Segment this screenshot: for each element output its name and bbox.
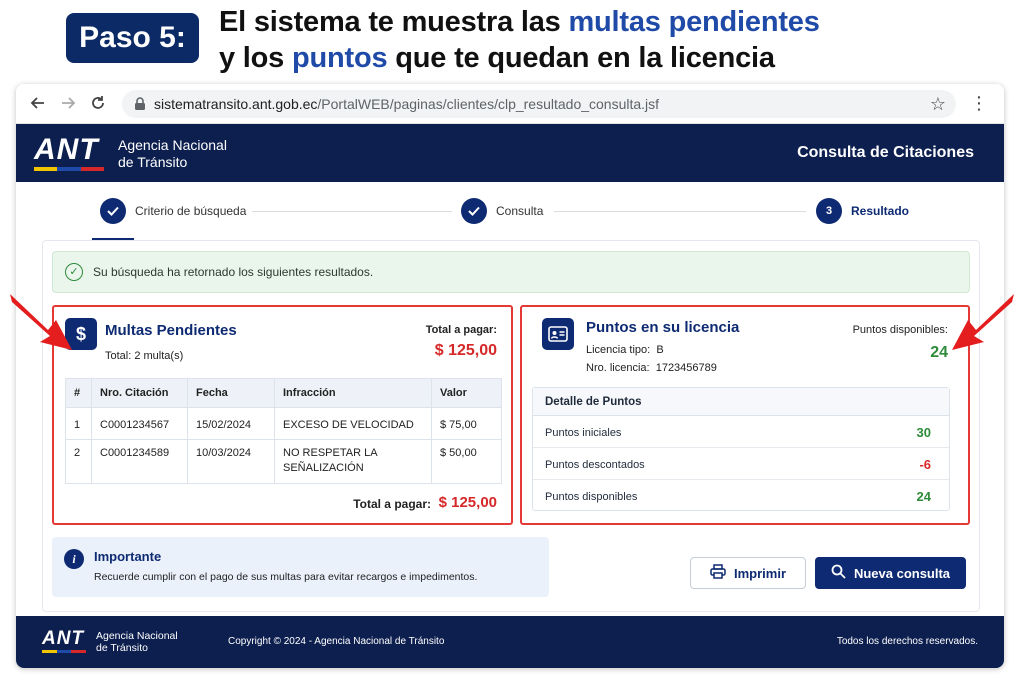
rights-reserved: Todos los derechos reservados. bbox=[836, 636, 978, 647]
search-icon bbox=[831, 564, 846, 582]
disponibles-value: 24 bbox=[930, 344, 948, 361]
step-badge: Paso 5: bbox=[66, 13, 199, 63]
printer-icon bbox=[710, 564, 726, 582]
success-alert: ✓ Su búsqueda ha retornado los siguiente… bbox=[52, 251, 970, 293]
check-icon bbox=[100, 198, 126, 224]
step-criterio: Criterio de búsqueda bbox=[100, 198, 246, 224]
disponibles-label: Puntos disponibles: bbox=[852, 324, 948, 336]
step-number: 3 bbox=[816, 198, 842, 224]
forward-icon[interactable] bbox=[58, 94, 78, 114]
bookmark-star-icon[interactable]: ☆ bbox=[930, 94, 946, 115]
header-title: Consulta de Citaciones bbox=[797, 144, 974, 161]
multas-title: Multas Pendientes bbox=[105, 322, 237, 339]
flag-stripes bbox=[42, 650, 87, 653]
list-item: Puntos disponibles 24 bbox=[545, 489, 931, 504]
agency-name: Agencia Nacional de Tránsito bbox=[118, 137, 227, 170]
new-query-button[interactable]: Nueva consulta bbox=[815, 557, 966, 589]
lock-icon bbox=[134, 97, 146, 116]
arrow-left-icon bbox=[10, 294, 72, 350]
url-text: sistematransito.ant.gob.ec/PortalWEB/pag… bbox=[154, 96, 660, 112]
headline: Paso 5: El sistema te muestra las multas… bbox=[0, 0, 1024, 84]
multas-count: Total: 2 multa(s) bbox=[105, 350, 184, 362]
multas-table: # Nro. Citación Fecha Infracción Valor 1… bbox=[65, 378, 502, 484]
success-check-icon: ✓ bbox=[65, 263, 83, 281]
address-bar[interactable]: sistematransito.ant.gob.ec/PortalWEB/pag… bbox=[122, 90, 956, 118]
site-footer: ANT Agencia Nacional de Tránsito Copyrig… bbox=[16, 616, 1004, 668]
license-card-icon bbox=[542, 318, 574, 350]
back-icon[interactable] bbox=[28, 94, 48, 114]
multas-card: $ Multas Pendientes Total: 2 multa(s) To… bbox=[52, 305, 513, 525]
info-icon: i bbox=[64, 549, 84, 569]
step-connector bbox=[554, 211, 806, 212]
detalle-title: Detalle de Puntos bbox=[533, 388, 949, 416]
browser-menu-icon[interactable]: ⋮ bbox=[970, 93, 988, 113]
puntos-title: Puntos en su licencia bbox=[586, 319, 740, 336]
ant-logo-footer: ANT bbox=[42, 629, 88, 653]
headline-line-2: y los puntos que te quedan en la licenci… bbox=[219, 42, 775, 74]
step-connector bbox=[252, 211, 452, 212]
licencia-numero: Nro. licencia: 1723456789 bbox=[586, 362, 717, 374]
list-item: Puntos iniciales 30 bbox=[533, 416, 949, 448]
licencia-tipo: Licencia tipo: B bbox=[586, 344, 664, 356]
flag-stripes bbox=[34, 167, 104, 171]
browser-window: sistematransito.ant.gob.ec/PortalWEB/pag… bbox=[16, 84, 1004, 668]
results-panel: ✓ Su búsqueda ha retornado los siguiente… bbox=[42, 240, 980, 612]
table-row[interactable]: 2 C0001234589 10/03/2024 NO RESPETAR LA S… bbox=[65, 439, 502, 484]
ant-logo: ANT bbox=[34, 135, 108, 171]
step-consulta: Consulta bbox=[461, 198, 543, 224]
headline-line-1: El sistema te muestra las multas pendien… bbox=[219, 6, 820, 38]
check-icon bbox=[461, 198, 487, 224]
table-row[interactable]: 1 C0001234567 15/02/2024 EXCESO DE VELOC… bbox=[65, 407, 502, 440]
footer-total-label: Total a pagar: bbox=[353, 497, 431, 511]
step-resultado: 3 Resultado bbox=[816, 198, 909, 224]
footer-agency: Agencia Nacional de Tránsito bbox=[96, 630, 178, 654]
total-label: Total a pagar: bbox=[425, 324, 497, 336]
copyright: Copyright © 2024 - Agencia Nacional de T… bbox=[228, 636, 445, 647]
detalle-puntos: Detalle de Puntos Puntos iniciales 30 Pu… bbox=[532, 387, 950, 511]
site-header: ANT Agencia Nacional de Tránsito Consult… bbox=[16, 124, 1004, 182]
puntos-card: Puntos en su licencia Licencia tipo: B N… bbox=[520, 305, 970, 525]
arrow-right-icon bbox=[952, 294, 1014, 350]
stepper: Criterio de búsqueda Consulta 3 Resultad… bbox=[16, 182, 1004, 240]
browser-toolbar: sistematransito.ant.gob.ec/PortalWEB/pag… bbox=[16, 84, 1004, 124]
reload-icon[interactable] bbox=[88, 94, 108, 114]
table-header: # Nro. Citación Fecha Infracción Valor bbox=[65, 378, 502, 408]
list-item: Puntos descontados -6 bbox=[533, 448, 949, 480]
footer-total-amount: $ 125,00 bbox=[438, 494, 497, 511]
total-amount: $ 125,00 bbox=[434, 342, 497, 359]
important-notice: i Importante Recuerde cumplir con el pag… bbox=[52, 537, 549, 597]
print-button[interactable]: Imprimir bbox=[690, 557, 806, 589]
